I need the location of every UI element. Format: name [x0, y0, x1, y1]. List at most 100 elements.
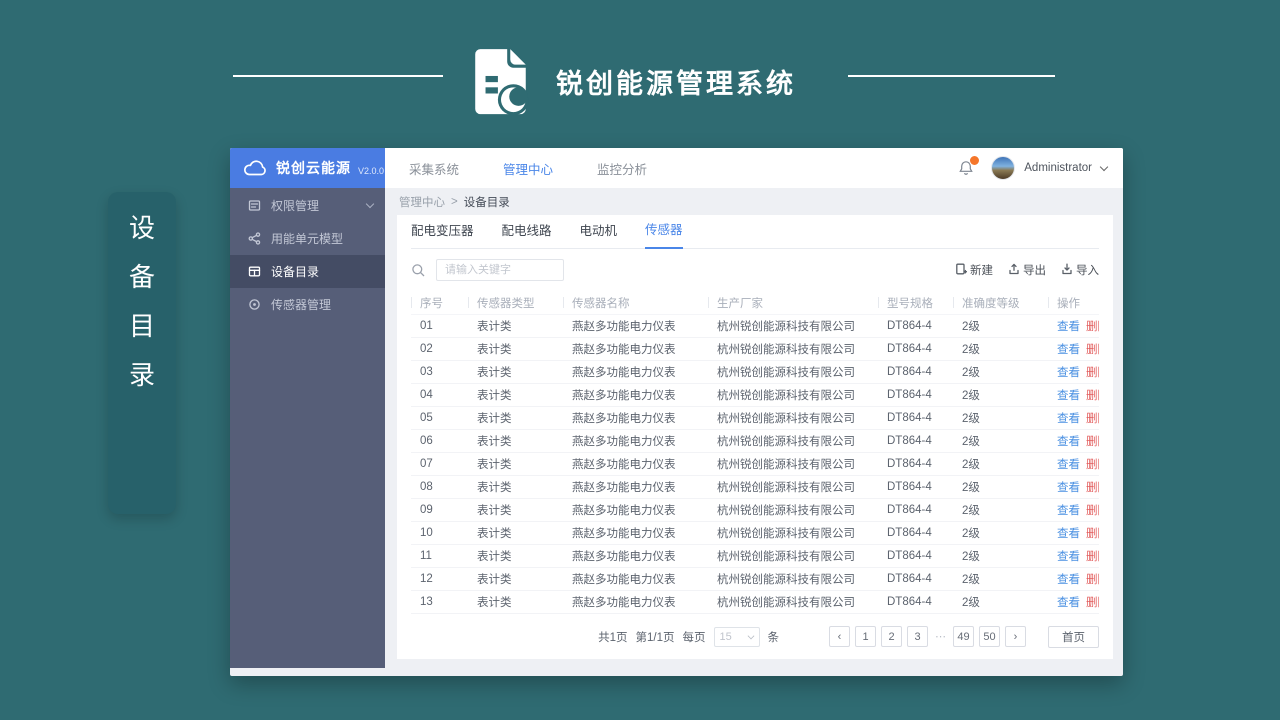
delete-link[interactable]: 删除 — [1086, 318, 1099, 334]
page-button[interactable]: 50 — [979, 626, 1000, 647]
delete-link[interactable]: 删除 — [1086, 456, 1099, 472]
view-link[interactable]: 查看 — [1057, 387, 1080, 403]
sidebar-item[interactable]: 设备目录 — [230, 255, 385, 288]
table-row: 11 表计类 燕赵多功能电力仪表 杭州锐创能源科技有限公司 DT864-4 2级 查看删除 — [411, 545, 1099, 568]
page-button[interactable]: 2 — [881, 626, 902, 647]
cell-name: 燕赵多功能电力仪表 — [572, 321, 676, 333]
cell-maker: 杭州锐创能源科技有限公司 — [717, 436, 855, 448]
page-size-select[interactable]: 15 — [713, 626, 760, 647]
cell-model: DT864-4 — [887, 435, 932, 447]
tab[interactable]: 配电线路 — [502, 220, 552, 248]
sidebar-item[interactable]: 传感器管理 — [230, 288, 385, 321]
cell-seq: 06 — [420, 435, 433, 447]
delete-link[interactable]: 删除 — [1086, 410, 1099, 426]
cell-seq: 12 — [420, 573, 433, 585]
cloud-icon — [243, 158, 269, 178]
cell-name: 燕赵多功能电力仪表 — [572, 528, 676, 540]
delete-link[interactable]: 删除 — [1086, 548, 1099, 564]
select-caret-icon — [747, 632, 754, 639]
cell-grade: 2级 — [962, 574, 980, 586]
cell-grade: 2级 — [962, 321, 980, 333]
sidebar-item-label: 设备目录 — [271, 265, 320, 279]
import-button[interactable]: 导入 — [1061, 262, 1099, 278]
view-link[interactable]: 查看 — [1057, 364, 1080, 380]
cell-maker: 杭州锐创能源科技有限公司 — [717, 528, 855, 540]
export-button[interactable]: 导出 — [1008, 262, 1046, 278]
sensor-table: 序号 传感器类型 传感器名称 生产厂家 型号规格 准确度等级 操作 01 表计类 燕赵多功能电力… — [411, 291, 1099, 614]
cell-type: 表计类 — [477, 321, 512, 333]
sidebar-item-label: 用能单元模型 — [271, 232, 344, 246]
nav-item[interactable]: 监控分析 — [597, 159, 647, 178]
cell-grade: 2级 — [962, 367, 980, 379]
cell-maker: 杭州锐创能源科技有限公司 — [717, 321, 855, 333]
cell-actions: 查看删除 — [1048, 594, 1099, 610]
content-panel: 配电变压器配电线路电动机传感器 新建 导出 导入 序号传感器类型传感器名称生产厂家型… — [397, 215, 1113, 659]
cell-name: 燕赵多功能电力仪表 — [572, 367, 676, 379]
banner-line-right — [848, 75, 1055, 77]
nav-item[interactable]: 采集系统 — [409, 159, 459, 178]
tab[interactable]: 传感器 — [645, 219, 683, 249]
page-title: 锐创能源管理系统 — [556, 69, 796, 99]
notification-bell-icon[interactable] — [958, 155, 981, 176]
delete-link[interactable]: 删除 — [1086, 571, 1099, 587]
view-link[interactable]: 查看 — [1057, 571, 1080, 587]
avatar[interactable] — [991, 156, 1016, 180]
nav-item[interactable]: 管理中心 — [503, 159, 553, 178]
vertical-label-char-1: 备 — [128, 262, 155, 292]
cell-actions: 查看删除 — [1048, 479, 1099, 495]
sidebar-item[interactable]: 用能单元模型 — [230, 222, 385, 255]
breadcrumb-parent[interactable]: 管理中心 — [399, 194, 445, 210]
cell-seq: 05 — [420, 412, 433, 424]
view-link[interactable]: 查看 — [1057, 479, 1080, 495]
next-page-button[interactable]: › — [1005, 626, 1026, 647]
cell-maker: 杭州锐创能源科技有限公司 — [717, 574, 855, 586]
page-button[interactable]: 49 — [953, 626, 974, 647]
prev-page-button[interactable]: ‹ — [829, 626, 850, 647]
view-link[interactable]: 查看 — [1057, 318, 1080, 334]
view-link[interactable]: 查看 — [1057, 502, 1080, 518]
cell-actions: 查看删除 — [1048, 571, 1099, 587]
vertical-label-char-3: 录 — [128, 360, 155, 390]
delete-link[interactable]: 删除 — [1086, 594, 1099, 610]
delete-link[interactable]: 删除 — [1086, 341, 1099, 357]
page-button[interactable]: 1 — [855, 626, 876, 647]
search-input[interactable] — [436, 259, 564, 281]
catalog-icon — [248, 265, 261, 278]
view-link[interactable]: 查看 — [1057, 410, 1080, 426]
delete-link[interactable]: 删除 — [1086, 387, 1099, 403]
view-link[interactable]: 查看 — [1057, 548, 1080, 564]
table-row: 12 表计类 燕赵多功能电力仪表 杭州锐创能源科技有限公司 DT864-4 2级 查看删除 — [411, 568, 1099, 591]
cell-grade: 2级 — [962, 436, 980, 448]
page-button[interactable]: 3 — [907, 626, 928, 647]
cell-model: DT864-4 — [887, 366, 932, 378]
delete-link[interactable]: 删除 — [1086, 433, 1099, 449]
tab[interactable]: 配电变压器 — [411, 220, 474, 248]
new-button[interactable]: 新建 — [955, 262, 993, 278]
user-menu-caret-icon[interactable] — [1099, 162, 1109, 171]
cell-name: 燕赵多功能电力仪表 — [572, 505, 676, 517]
breadcrumb: 管理中心 > 设备目录 — [385, 188, 1123, 215]
view-link[interactable]: 查看 — [1057, 594, 1080, 610]
table-row: 03 表计类 燕赵多功能电力仪表 杭州锐创能源科技有限公司 DT864-4 2级 查看删除 — [411, 361, 1099, 384]
delete-link[interactable]: 删除 — [1086, 364, 1099, 380]
view-link[interactable]: 查看 — [1057, 456, 1080, 472]
column-header: 操作 — [1048, 295, 1099, 311]
cell-name: 燕赵多功能电力仪表 — [572, 482, 676, 494]
delete-link[interactable]: 删除 — [1086, 479, 1099, 495]
table-row: 07 表计类 燕赵多功能电力仪表 杭州锐创能源科技有限公司 DT864-4 2级 查看删除 — [411, 453, 1099, 476]
delete-link[interactable]: 删除 — [1086, 525, 1099, 541]
home-page-button[interactable]: 首页 — [1048, 625, 1099, 648]
view-link[interactable]: 查看 — [1057, 433, 1080, 449]
cell-name: 燕赵多功能电力仪表 — [572, 413, 676, 425]
cell-type: 表计类 — [477, 390, 512, 402]
cell-model: DT864-4 — [887, 320, 932, 332]
view-link[interactable]: 查看 — [1057, 525, 1080, 541]
cell-maker: 杭州锐创能源科技有限公司 — [717, 459, 855, 471]
tab[interactable]: 电动机 — [580, 220, 618, 248]
app-logo[interactable]: 锐创云能源 V2.0.0 — [230, 148, 385, 188]
view-link[interactable]: 查看 — [1057, 341, 1080, 357]
sidebar-item[interactable]: 权限管理 — [230, 189, 385, 222]
cell-type: 表计类 — [477, 597, 512, 609]
delete-link[interactable]: 删除 — [1086, 502, 1099, 518]
cell-actions: 查看删除 — [1048, 364, 1099, 380]
